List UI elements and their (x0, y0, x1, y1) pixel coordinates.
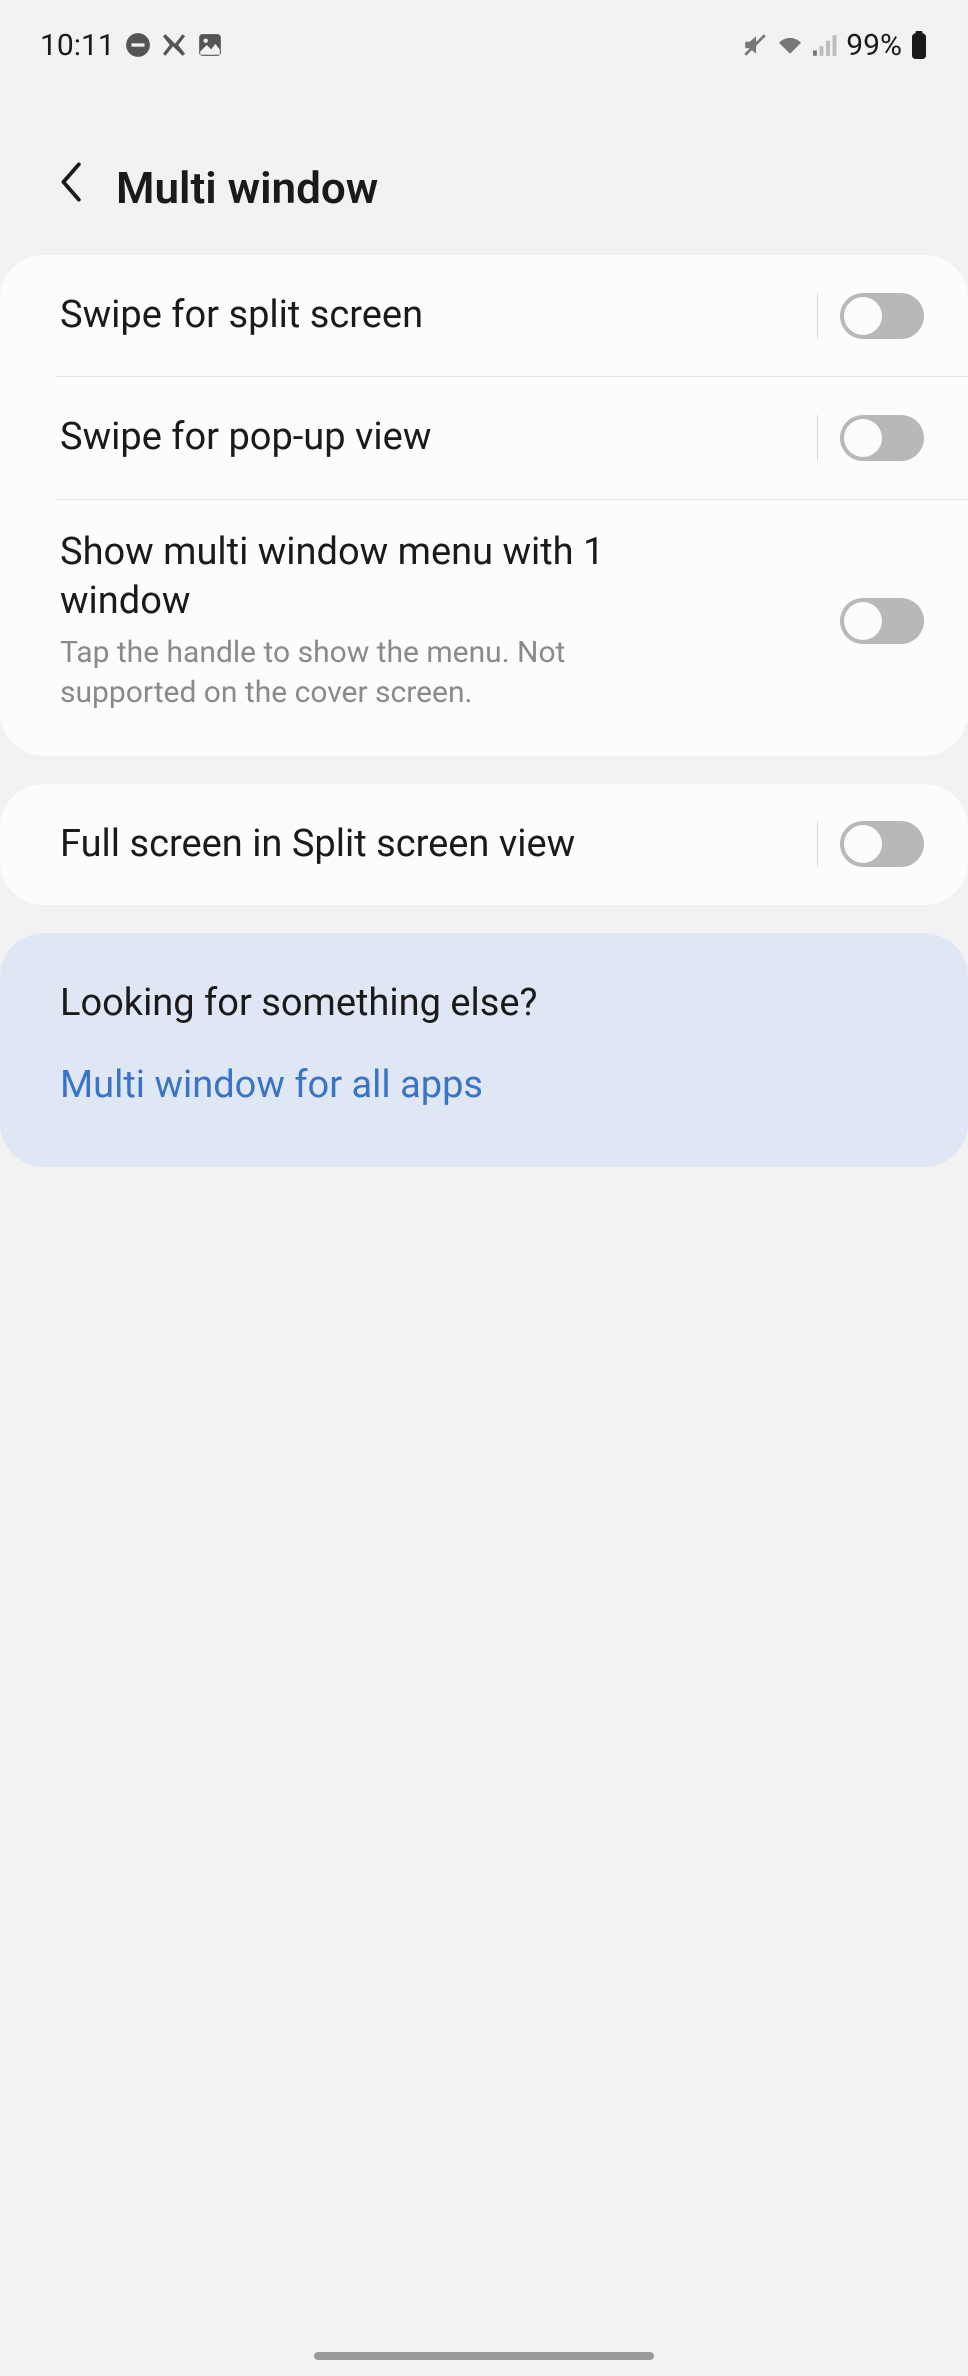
toggle-divider (817, 293, 819, 339)
toggle-full-screen-split-view[interactable] (840, 821, 924, 867)
signal-icon (812, 34, 838, 56)
gallery-icon (197, 32, 223, 58)
setting-label: Full screen in Split screen view (60, 820, 797, 869)
dnd-icon (125, 32, 151, 58)
settings-group-1: Swipe for split screen Swipe for pop-up … (0, 255, 968, 756)
setting-label: Show multi window menu with 1 window (60, 528, 740, 627)
setting-show-multi-window-menu[interactable]: Show multi window menu with 1 window Tap… (0, 500, 968, 756)
setting-swipe-split-screen[interactable]: Swipe for split screen (55, 255, 968, 377)
status-time: 10:11 (40, 28, 115, 63)
status-left: 10:11 (40, 28, 223, 63)
status-right: 99% (742, 28, 928, 63)
status-bar: 10:11 99% (0, 0, 968, 80)
settings-group-2: Full screen in Split screen view (0, 784, 968, 905)
x-app-icon (161, 32, 187, 58)
setting-label: Swipe for pop-up view (60, 413, 797, 462)
battery-percent: 99% (846, 28, 902, 63)
battery-icon (910, 31, 928, 59)
page-header: Multi window (0, 80, 968, 255)
setting-full-screen-split-view[interactable]: Full screen in Split screen view (0, 784, 968, 905)
back-button[interactable] (56, 160, 84, 215)
navigation-handle[interactable] (314, 2352, 654, 2360)
toggle-divider (817, 821, 819, 867)
setting-label: Swipe for split screen (60, 291, 797, 340)
multi-window-all-apps-link[interactable]: Multi window for all apps (60, 1063, 908, 1107)
wifi-icon (776, 34, 804, 56)
toggle-show-multi-window-menu[interactable] (840, 598, 924, 644)
setting-swipe-popup-view[interactable]: Swipe for pop-up view (55, 377, 968, 499)
toggle-divider (817, 415, 819, 461)
toggle-swipe-popup-view[interactable] (840, 415, 924, 461)
page-title: Multi window (116, 162, 378, 214)
setting-description: Tap the handle to show the menu. Not sup… (60, 633, 660, 714)
looking-for-heading: Looking for something else? (60, 981, 908, 1025)
looking-for-card: Looking for something else? Multi window… (0, 933, 968, 1167)
mute-icon (742, 32, 768, 58)
toggle-swipe-split-screen[interactable] (840, 293, 924, 339)
